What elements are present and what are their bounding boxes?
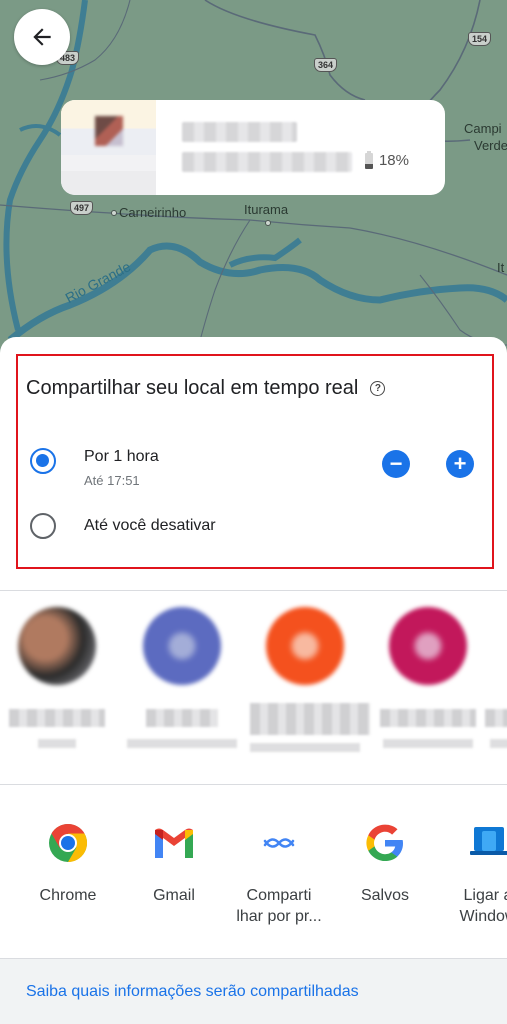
contact-sub-redacted: [250, 743, 360, 752]
sheet-title-text: Compartilhar seu local em tempo real: [26, 377, 359, 399]
city-marker-carneirinho: [111, 210, 117, 216]
contact-sub-redacted: [490, 739, 507, 748]
radio-one-hour[interactable]: [30, 448, 56, 474]
city-marker-iturama: [265, 220, 271, 226]
radio-until-off[interactable]: [30, 513, 56, 539]
contact-name-redacted: [380, 709, 476, 727]
option-until-off-label: Até você desativar: [84, 517, 216, 534]
app-label: Salvos: [360, 887, 410, 904]
battery-percent: 18%: [378, 152, 409, 169]
contact-item[interactable]: [2, 607, 112, 748]
contact-item[interactable]: [250, 607, 370, 752]
arrow-left-icon: [33, 28, 51, 46]
person-status-redacted: [182, 152, 352, 172]
sheet-title: Compartilhar seu local em tempo real ?: [26, 377, 386, 400]
route-badge-364: 364: [314, 58, 338, 72]
help-circle-icon[interactable]: ?: [370, 381, 386, 396]
app-chrome[interactable]: Chrome: [18, 821, 118, 906]
back-button[interactable]: [14, 9, 70, 65]
map-view[interactable]: 483 364 154 497 Carneirinho Iturama Camp…: [0, 0, 507, 360]
battery-low-icon: [364, 150, 373, 169]
map-label-campina-verde-1: Campi: [464, 121, 502, 136]
contact-item[interactable]: [480, 607, 507, 748]
app-salvos[interactable]: Salvos: [335, 821, 435, 906]
contact-sub-redacted: [383, 739, 473, 748]
option-one-hour[interactable]: Por 1 hora Até 17:51: [30, 448, 159, 488]
map-label-iturama: Iturama: [244, 202, 289, 217]
map-label-partial: It: [497, 260, 505, 275]
map-label-carneirinho: Carneirinho: [119, 205, 187, 220]
contact-sub-redacted: [38, 739, 76, 748]
plus-circle-icon: +: [453, 451, 467, 476]
person-location-card[interactable]: 18%: [61, 100, 445, 195]
gmail-icon: [155, 828, 193, 858]
contact-avatar: [143, 607, 221, 685]
route-badge-154: 154: [468, 32, 492, 46]
battery-status: 18%: [364, 150, 409, 169]
contact-avatar: [266, 607, 344, 685]
decrease-duration-button[interactable]: −: [382, 450, 410, 478]
person-name-redacted: [182, 122, 297, 142]
nearby-share-icon: [263, 838, 295, 848]
app-gmail[interactable]: Gmail: [124, 821, 224, 906]
footer: Saiba quais informações serão compartilh…: [0, 958, 507, 1024]
app-nearby-share[interactable]: Comparti lhar por pr...: [229, 821, 329, 927]
option-until-off[interactable]: Até você desativar: [30, 513, 216, 539]
contact-item[interactable]: [373, 607, 483, 748]
contact-avatar: [389, 607, 467, 685]
option-one-hour-until: Até 17:51: [84, 473, 140, 488]
contacts-row: [0, 595, 507, 780]
contact-sub-redacted: [127, 739, 237, 748]
link-to-windows-icon: [470, 827, 507, 855]
person-avatar: [61, 100, 156, 195]
increase-duration-button[interactable]: +: [446, 450, 474, 478]
option-one-hour-label: Por 1 hora: [84, 448, 159, 465]
app-label: Ligar a Window: [459, 887, 507, 925]
app-label: Comparti lhar por pr...: [236, 887, 322, 925]
contact-name-redacted: [250, 703, 370, 735]
app-label: Gmail: [153, 887, 195, 904]
chrome-icon: [49, 823, 88, 863]
app-link-to-windows[interactable]: Ligar a Window: [438, 821, 507, 927]
google-icon: [366, 824, 403, 861]
divider: [0, 590, 507, 591]
route-badge-497: 497: [70, 201, 94, 215]
apps-row: Chrome Gmail Comparti lhar por pr... Sal…: [0, 785, 507, 955]
shared-info-link[interactable]: Saiba quais informações serão compartilh…: [26, 983, 359, 1001]
minus-circle-icon: −: [389, 451, 403, 476]
contact-item[interactable]: [127, 607, 237, 748]
contact-avatar: [18, 607, 96, 685]
app-label: Chrome: [39, 887, 97, 904]
map-label-campina-verde-2: Verde: [474, 138, 507, 153]
contact-name-redacted: [485, 709, 507, 727]
contact-name-redacted: [9, 709, 105, 727]
share-location-sheet: Compartilhar seu local em tempo real ? P…: [0, 337, 507, 1024]
contact-name-redacted: [146, 709, 218, 727]
